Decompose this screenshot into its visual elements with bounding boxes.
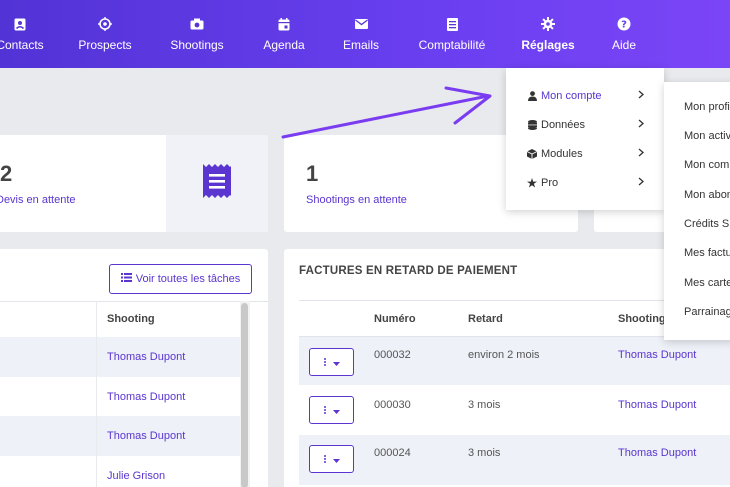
chevron-right-icon xyxy=(638,177,644,189)
chevron-right-icon xyxy=(638,90,644,102)
account-submenu: Mon profi Mon activ Mon com Mon abon Cré… xyxy=(664,82,730,340)
submenu-item[interactable]: Mes carte xyxy=(684,277,730,289)
star-icon xyxy=(526,177,538,188)
settings-dropdown: Mon compte Données Modules Pro xyxy=(506,68,664,210)
user-icon xyxy=(526,90,538,101)
submenu-item[interactable]: Parrainag xyxy=(684,306,730,318)
menu-item-pro[interactable]: Pro xyxy=(506,168,664,197)
submenu-item[interactable]: Mes factu xyxy=(684,247,730,259)
menu-item-modules[interactable]: Modules xyxy=(506,139,664,168)
cube-icon xyxy=(526,148,538,159)
submenu-item[interactable]: Mon abon xyxy=(684,189,730,201)
menu-item-label: Pro xyxy=(541,176,559,189)
database-icon xyxy=(526,119,538,130)
submenu-item[interactable]: Mon activ xyxy=(684,130,730,142)
submenu-item[interactable]: Mon profi xyxy=(684,101,730,113)
menu-item-mon-compte[interactable]: Mon compte xyxy=(506,81,664,110)
chevron-right-icon xyxy=(638,148,644,160)
menu-item-donnees[interactable]: Données xyxy=(506,110,664,139)
submenu-item[interactable]: Mon com xyxy=(684,159,729,171)
menu-item-label: Données xyxy=(541,118,586,131)
submenu-item[interactable]: Crédits S xyxy=(684,218,729,230)
menu-item-label: Modules xyxy=(541,147,583,160)
menu-item-label: Mon compte xyxy=(541,89,602,102)
chevron-right-icon xyxy=(638,119,644,131)
